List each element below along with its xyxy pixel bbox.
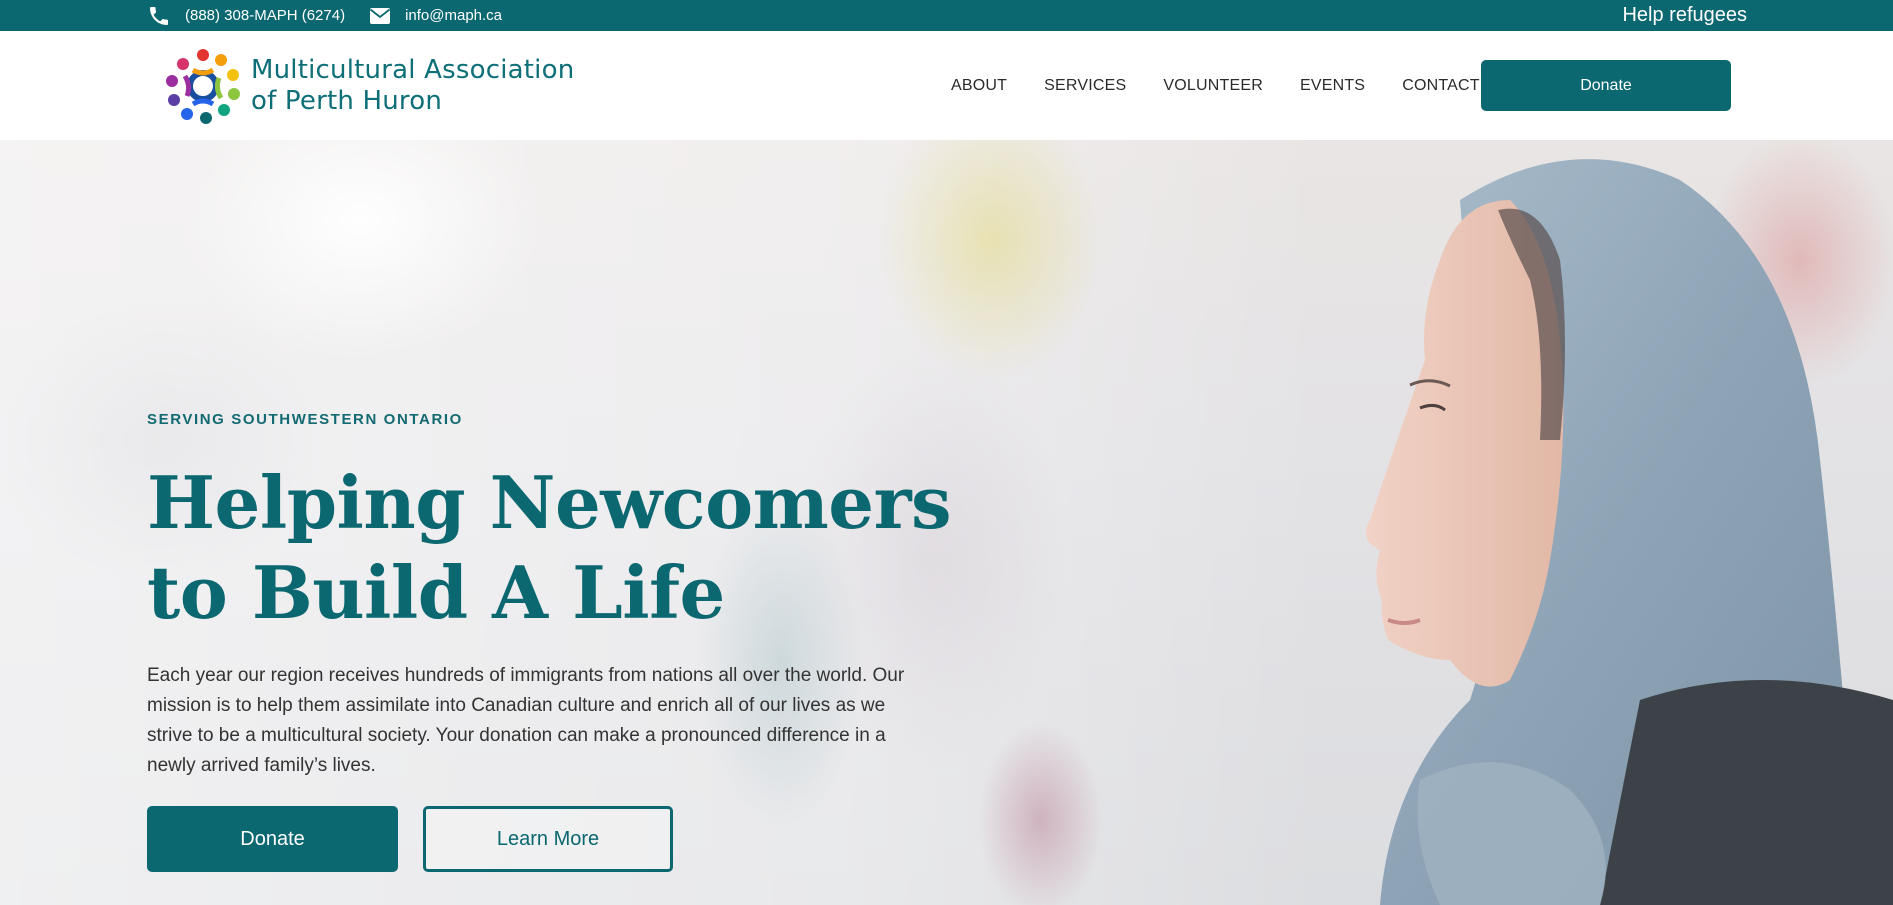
- site-header: Multicultural Association of Perth Huron…: [0, 31, 1893, 140]
- hero-section: SERVING SOUTHWESTERN ONTARIO Helping New…: [0, 140, 1893, 905]
- nav-events[interactable]: EVENTS: [1300, 77, 1365, 95]
- nav-services[interactable]: SERVICES: [1044, 77, 1126, 95]
- hero-headline: Helping Newcomers to Build A Life: [147, 458, 967, 638]
- phone-icon: [150, 6, 168, 25]
- hero-donate-button[interactable]: Donate: [147, 806, 398, 872]
- phone-link[interactable]: (888) 308-MAPH (6274): [147, 4, 345, 28]
- email-link[interactable]: info@maph.ca: [369, 7, 502, 25]
- hero-description: Each year our region receives hundreds o…: [147, 665, 905, 776]
- header-donate-button[interactable]: Donate: [1481, 60, 1731, 111]
- contact-info: (888) 308-MAPH (6274) info@maph.ca: [147, 0, 526, 31]
- nav-volunteer[interactable]: VOLUNTEER: [1163, 77, 1263, 95]
- hero-headline-line-1: Helping Newcomers: [147, 460, 952, 545]
- email-address: info@maph.ca: [405, 7, 503, 24]
- logo-text: Multicultural Association of Perth Huron: [251, 55, 574, 117]
- hero-headline-line-2: to Build A Life: [147, 550, 725, 635]
- logo-line-2: of Perth Huron: [251, 86, 443, 116]
- nav-about[interactable]: ABOUT: [951, 77, 1007, 95]
- hero-learn-more-button[interactable]: Learn More: [423, 806, 673, 872]
- hero-eyebrow: SERVING SOUTHWESTERN ONTARIO: [147, 411, 463, 428]
- nav-contact[interactable]: CONTACT: [1402, 77, 1480, 95]
- logo-line-1: Multicultural Association: [251, 55, 575, 85]
- mail-icon: [370, 7, 391, 24]
- main-nav: ABOUT SERVICES VOLUNTEER EVENTS CONTACT: [951, 31, 1480, 140]
- phone-number: (888) 308-MAPH (6274): [185, 7, 346, 24]
- help-refugees-link[interactable]: Help refugees: [1622, 0, 1747, 31]
- top-contact-bar: (888) 308-MAPH (6274) info@maph.ca Help …: [0, 0, 1893, 31]
- site-logo[interactable]: Multicultural Association of Perth Huron: [163, 46, 574, 126]
- logo-icon: [163, 46, 243, 126]
